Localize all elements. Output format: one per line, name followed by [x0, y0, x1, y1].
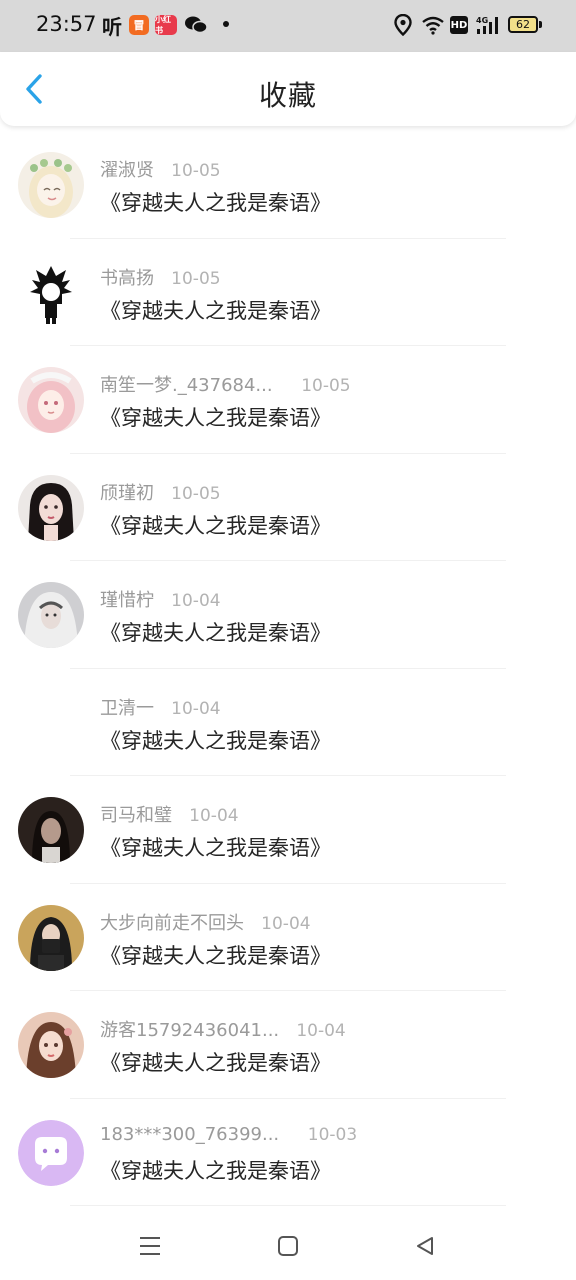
avatar [18, 259, 84, 326]
menu-icon [140, 1237, 160, 1255]
item-time: 10-05 [301, 376, 351, 396]
item-time: 10-05 [171, 268, 221, 289]
item-time: 10-03 [307, 1124, 358, 1145]
avatar [18, 474, 84, 541]
menu-button[interactable] [132, 1230, 168, 1262]
novel-title: 《穿越夫人之我是秦语》 [100, 298, 331, 323]
novel-title: 《穿越夫人之我是秦语》 [100, 728, 331, 753]
item-meta: 卫清一 10-04 [100, 694, 221, 720]
notification-dot-icon [223, 21, 229, 27]
divider [70, 1205, 506, 1206]
home-button[interactable] [270, 1230, 306, 1262]
novel-title: 《穿越夫人之我是秦语》 [100, 191, 331, 215]
status-bar: 23:57 听 冒 小红书 HD 4G 62 [0, 0, 576, 52]
system-nav-bar [0, 1212, 576, 1280]
avatar [18, 690, 84, 756]
list-item[interactable]: 游客15792436041... 10-04 《穿越夫人之我是秦语》 [0, 991, 576, 1099]
item-meta: 瑾惜柠 10-04 [100, 586, 221, 612]
item-time: 10-04 [171, 591, 221, 611]
novel-title: 《穿越夫人之我是秦语》 [100, 406, 331, 430]
item-meta: 书高扬 10-05 [100, 264, 221, 290]
page-title: 收藏 [258, 79, 317, 112]
battery-tip [539, 21, 542, 28]
status-time: 23:57 [36, 12, 97, 36]
back-nav-button[interactable] [407, 1230, 443, 1262]
list-item[interactable]: 183***300_76399... 10-03 《穿越夫人之我是秦语》 [0, 1099, 576, 1206]
avatar [18, 367, 84, 433]
user-name: 颀瑾初 [100, 482, 154, 504]
avatar [18, 1012, 84, 1078]
battery-icon: 62 [508, 16, 538, 33]
item-time: 10-04 [261, 913, 311, 934]
item-time: 10-04 [296, 1021, 346, 1041]
location-icon [394, 14, 412, 36]
list-item[interactable]: 颀瑾初 10-05 《穿越夫人之我是秦语》 [0, 454, 576, 561]
pink-app-icon: 小红书 [155, 15, 177, 35]
user-name: 大步向前走不回头 [100, 912, 244, 934]
tingwen-icon: 听 [102, 14, 122, 39]
novel-title: 《穿越夫人之我是秦语》 [100, 1051, 331, 1075]
user-name: 卫清一 [100, 697, 154, 719]
user-name: 书高扬 [100, 267, 154, 289]
back-triangle-icon [417, 1237, 433, 1255]
home-square-icon [278, 1236, 298, 1256]
item-meta: 游客15792436041... 10-04 [100, 1016, 346, 1042]
hd-icon: HD [450, 16, 468, 34]
user-name: 濯淑贤 [100, 160, 154, 181]
item-meta: 司马和璧 10-04 [100, 801, 239, 827]
purple-chat-bubble-icon [18, 1119, 84, 1186]
item-time: 10-05 [171, 483, 221, 504]
item-meta: 濯淑贤 10-05 [100, 156, 221, 182]
network-label: 4G [476, 16, 488, 25]
list-item[interactable]: 瑾惜柠 10-04 《穿越夫人之我是秦语》 [0, 561, 576, 669]
novel-title: 《穿越夫人之我是秦语》 [100, 1158, 331, 1183]
list-item[interactable]: 濯淑贤 10-05 《穿越夫人之我是秦语》 [0, 131, 576, 239]
avatar [18, 582, 84, 648]
novel-title: 《穿越夫人之我是秦语》 [100, 943, 331, 968]
list-item[interactable]: 司马和璧 10-04 《穿越夫人之我是秦语》 [0, 776, 576, 884]
list-item[interactable]: 大步向前走不回头 10-04 《穿越夫人之我是秦语》 [0, 884, 576, 991]
list-item[interactable]: 书高扬 10-05 《穿越夫人之我是秦语》 [0, 239, 576, 346]
list-item[interactable]: 卫清一 10-04 《穿越夫人之我是秦语》 [0, 669, 576, 776]
item-meta: 南笙一梦._437684... 10-05 [100, 371, 351, 397]
signal-icon: 4G [476, 14, 502, 36]
list-item[interactable]: 南笙一梦._437684... 10-05 《穿越夫人之我是秦语》 [0, 346, 576, 454]
user-name: 183***300_76399... [100, 1123, 280, 1145]
item-meta: 颀瑾初 10-05 [100, 479, 221, 505]
avatar [18, 152, 84, 218]
avatar [18, 904, 84, 971]
novel-title: 《穿越夫人之我是秦语》 [100, 836, 331, 860]
item-time: 10-05 [171, 161, 221, 181]
favorites-list: 濯淑贤 10-05 《穿越夫人之我是秦语》 书高扬 10-05 《穿越夫人之我是… [0, 131, 576, 1206]
item-time: 10-04 [189, 806, 239, 826]
item-meta: 大步向前走不回头 10-04 [100, 909, 311, 935]
avatar [18, 797, 84, 863]
item-meta: 183***300_76399... 10-03 [100, 1124, 357, 1145]
user-name: 游客15792436041... [100, 1020, 280, 1041]
user-name: 司马和璧 [100, 805, 172, 826]
wechat-icon [184, 13, 208, 37]
user-name: 南笙一梦._437684... [100, 375, 273, 396]
avatar [18, 1119, 84, 1186]
novel-title: 《穿越夫人之我是秦语》 [100, 513, 331, 538]
red-app-icon: 冒 [129, 15, 149, 35]
novel-title: 《穿越夫人之我是秦语》 [100, 621, 331, 645]
item-time: 10-04 [171, 698, 221, 719]
top-app-bar: 收藏 [0, 52, 576, 126]
wifi-icon [421, 14, 445, 36]
user-name: 瑾惜柠 [100, 590, 154, 611]
